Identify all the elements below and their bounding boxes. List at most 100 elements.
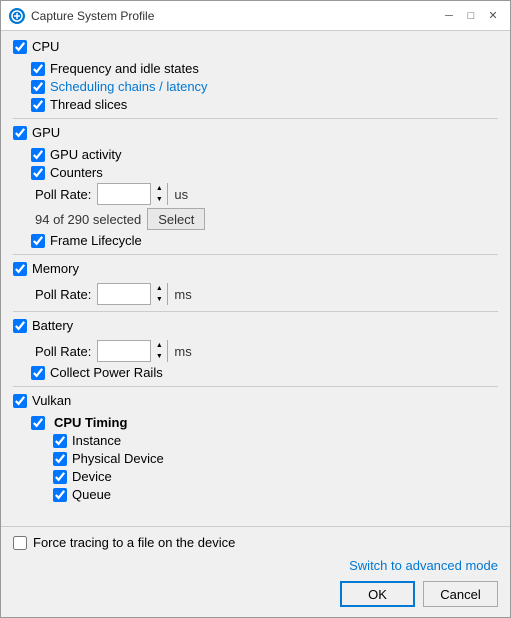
freq-idle-row: Frequency and idle states xyxy=(31,61,498,76)
frame-lifecycle-checkbox[interactable] xyxy=(31,234,45,248)
gpu-header: GPU xyxy=(13,125,498,143)
battery-header: Battery xyxy=(13,318,498,336)
vulkan-header: Vulkan xyxy=(13,393,498,411)
close-button[interactable]: ✕ xyxy=(484,7,502,25)
sched-chains-label: Scheduling chains / latency xyxy=(50,79,208,94)
gpu-poll-spinbox: 1000 ▲ ▼ xyxy=(97,183,168,205)
cpu-timing-label: CPU Timing xyxy=(50,415,127,430)
footer-buttons: OK Cancel xyxy=(13,581,498,607)
battery-section: Battery Poll Rate: 250 ▲ ▼ ms xyxy=(13,318,498,380)
main-window: Capture System Profile ─ □ ✕ CPU Frequen… xyxy=(0,0,511,618)
cancel-button[interactable]: Cancel xyxy=(423,581,498,607)
thread-slices-label: Thread slices xyxy=(50,97,127,112)
device-row: Device xyxy=(53,469,498,484)
instance-label: Instance xyxy=(72,433,121,448)
vulkan-body: CPU Timing Instance Physical Device Devi… xyxy=(13,415,498,502)
sched-chains-row: Scheduling chains / latency xyxy=(31,79,498,94)
freq-idle-checkbox[interactable] xyxy=(31,62,45,76)
queue-checkbox[interactable] xyxy=(53,488,67,502)
battery-checkbox[interactable] xyxy=(13,319,27,333)
cpu-timing-children: Instance Physical Device Device Queue xyxy=(31,433,498,502)
collect-power-label: Collect Power Rails xyxy=(50,365,163,380)
memory-poll-input[interactable]: 5 xyxy=(98,284,150,304)
gpu-check-row: GPU xyxy=(13,125,60,140)
gpu-poll-input[interactable]: 1000 xyxy=(98,184,150,204)
physical-device-checkbox[interactable] xyxy=(53,452,67,466)
gpu-body: GPU activity Counters Poll Rate: 1000 ▲ … xyxy=(13,147,498,248)
physical-device-row: Physical Device xyxy=(53,451,498,466)
gpu-activity-row: GPU activity xyxy=(31,147,498,162)
vulkan-checkbox[interactable] xyxy=(13,394,27,408)
gpu-section: GPU GPU activity Counters Poll Rate: 100… xyxy=(13,125,498,248)
battery-poll-label: Poll Rate: xyxy=(35,344,91,359)
battery-poll-input[interactable]: 250 xyxy=(98,341,150,361)
cpu-header: CPU xyxy=(13,39,498,57)
collect-power-checkbox[interactable] xyxy=(31,366,45,380)
battery-poll-spin-buttons: ▲ ▼ xyxy=(150,340,167,362)
battery-check-row: Battery xyxy=(13,318,73,333)
window-title: Capture System Profile xyxy=(31,9,440,23)
divider-battery-vulkan xyxy=(13,386,498,387)
footer-link-row: Switch to advanced mode xyxy=(13,558,498,573)
battery-label: Battery xyxy=(32,318,73,333)
battery-poll-spinbox: 250 ▲ ▼ xyxy=(97,340,168,362)
gpu-poll-up-button[interactable]: ▲ xyxy=(151,183,167,194)
divider-memory-battery xyxy=(13,311,498,312)
vulkan-check-row: Vulkan xyxy=(13,393,71,408)
memory-check-row: Memory xyxy=(13,261,79,276)
memory-poll-row: Poll Rate: 5 ▲ ▼ ms xyxy=(31,283,498,305)
restore-button[interactable]: □ xyxy=(462,7,480,25)
memory-label: Memory xyxy=(32,261,79,276)
memory-checkbox[interactable] xyxy=(13,262,27,276)
battery-poll-up-button[interactable]: ▲ xyxy=(151,340,167,351)
physical-device-label: Physical Device xyxy=(72,451,164,466)
memory-poll-up-button[interactable]: ▲ xyxy=(151,283,167,294)
gpu-poll-down-button[interactable]: ▼ xyxy=(151,194,167,205)
thread-slices-row: Thread slices xyxy=(31,97,498,112)
counter-select-button[interactable]: Select xyxy=(147,208,205,230)
cpu-timing-row: CPU Timing xyxy=(31,415,498,430)
content-area: CPU Frequency and idle states Scheduling… xyxy=(1,31,510,526)
thread-slices-checkbox[interactable] xyxy=(31,98,45,112)
counters-row: Counters xyxy=(31,165,498,180)
force-tracing-checkbox[interactable] xyxy=(13,536,27,550)
gpu-activity-checkbox[interactable] xyxy=(31,148,45,162)
memory-poll-spin-buttons: ▲ ▼ xyxy=(150,283,167,305)
device-checkbox[interactable] xyxy=(53,470,67,484)
cpu-checkbox[interactable] xyxy=(13,40,27,54)
force-tracing-label: Force tracing to a file on the device xyxy=(33,535,235,550)
cpu-timing-checkbox[interactable] xyxy=(31,416,45,430)
device-label: Device xyxy=(72,469,112,484)
titlebar: Capture System Profile ─ □ ✕ xyxy=(1,1,510,31)
battery-poll-down-button[interactable]: ▼ xyxy=(151,351,167,362)
minimize-button[interactable]: ─ xyxy=(440,7,458,25)
instance-row: Instance xyxy=(53,433,498,448)
cpu-body: Frequency and idle states Scheduling cha… xyxy=(13,61,498,112)
freq-idle-label: Frequency and idle states xyxy=(50,61,199,76)
counter-select-info: 94 of 290 selected xyxy=(35,212,141,227)
memory-body: Poll Rate: 5 ▲ ▼ ms xyxy=(13,283,498,305)
cpu-check-row: CPU xyxy=(13,39,59,54)
sched-chains-checkbox[interactable] xyxy=(31,80,45,94)
advanced-mode-link[interactable]: Switch to advanced mode xyxy=(349,558,498,573)
ok-button[interactable]: OK xyxy=(340,581,415,607)
gpu-poll-spin-buttons: ▲ ▼ xyxy=(150,183,167,205)
instance-checkbox[interactable] xyxy=(53,434,67,448)
memory-poll-down-button[interactable]: ▼ xyxy=(151,294,167,305)
battery-poll-row: Poll Rate: 250 ▲ ▼ ms xyxy=(31,340,498,362)
battery-body: Poll Rate: 250 ▲ ▼ ms Collect Power Rail… xyxy=(13,340,498,380)
gpu-checkbox[interactable] xyxy=(13,126,27,140)
window-controls: ─ □ ✕ xyxy=(440,7,502,25)
divider-cpu-gpu xyxy=(13,118,498,119)
gpu-label: GPU xyxy=(32,125,60,140)
memory-poll-spinbox: 5 ▲ ▼ xyxy=(97,283,168,305)
gpu-activity-label: GPU activity xyxy=(50,147,122,162)
gpu-poll-unit: us xyxy=(174,187,188,202)
frame-lifecycle-row: Frame Lifecycle xyxy=(31,233,498,248)
counters-label: Counters xyxy=(50,165,103,180)
footer: Force tracing to a file on the device Sw… xyxy=(1,526,510,617)
frame-lifecycle-label: Frame Lifecycle xyxy=(50,233,142,248)
divider-gpu-memory xyxy=(13,254,498,255)
counters-checkbox[interactable] xyxy=(31,166,45,180)
app-icon xyxy=(9,8,25,24)
